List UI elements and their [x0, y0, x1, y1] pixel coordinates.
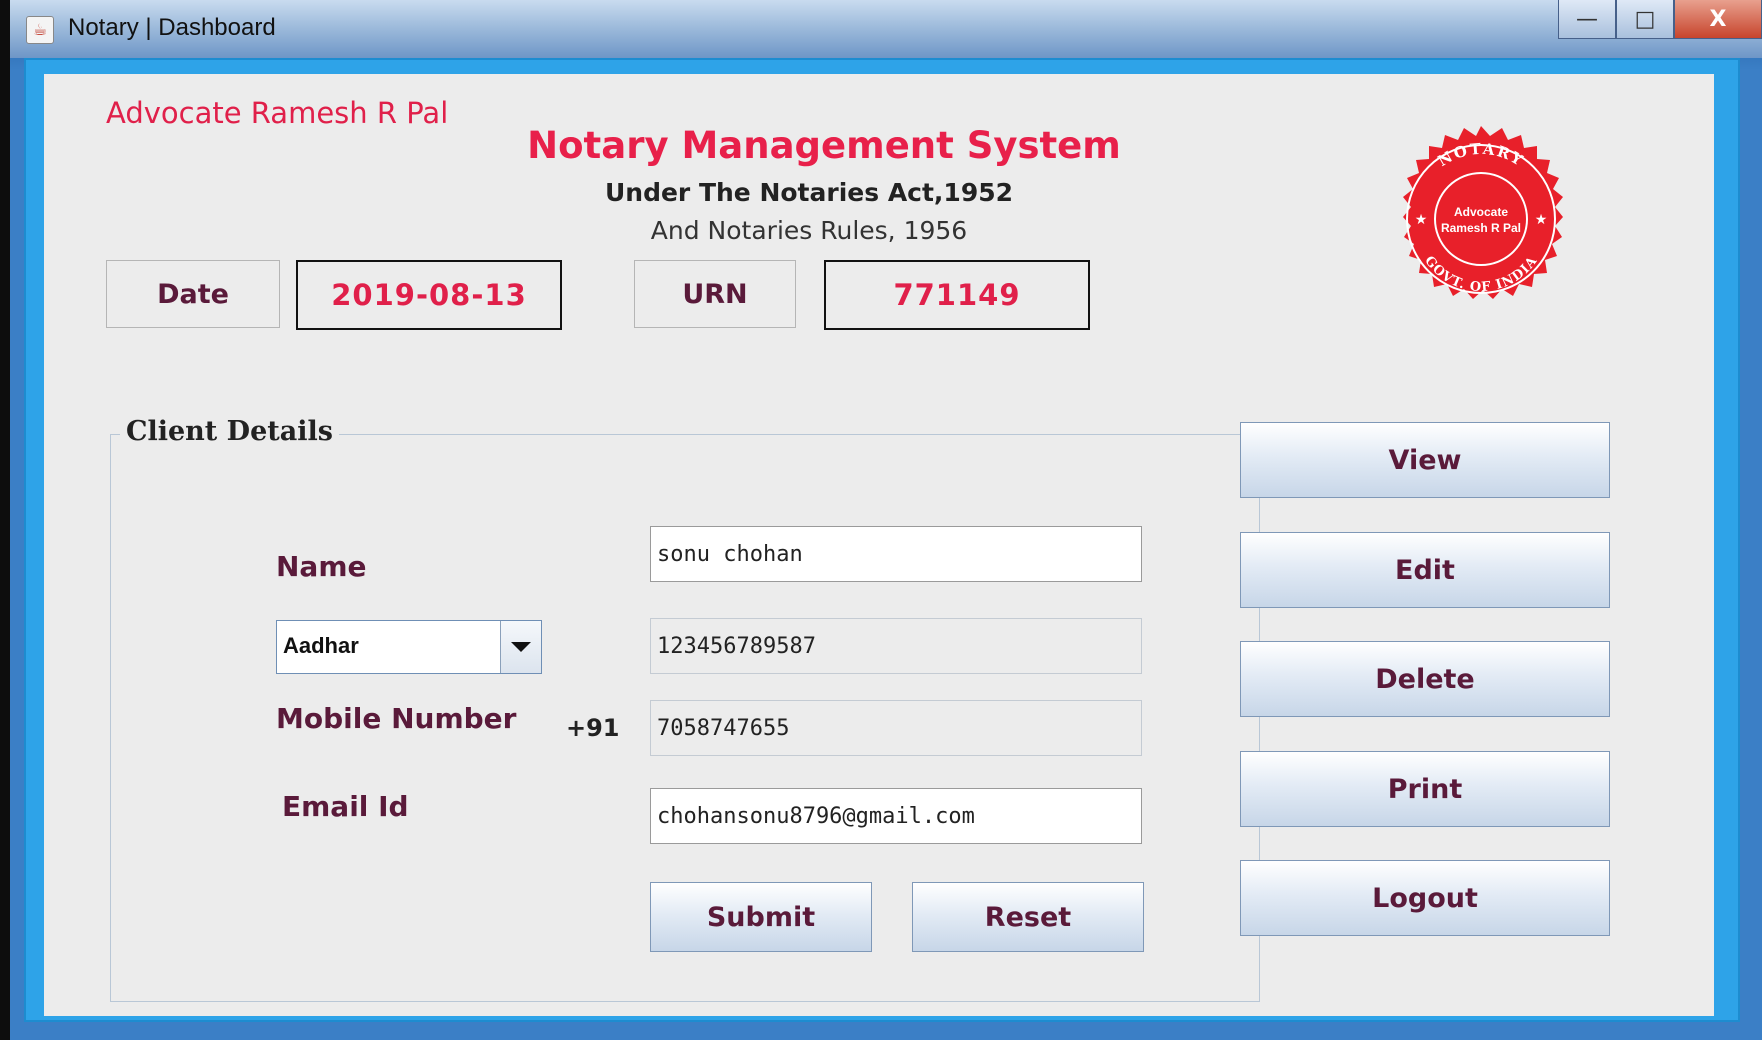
app-title: Notary Management System — [527, 124, 1121, 167]
dashboard-panel: Advocate Ramesh R Pal Notary Management … — [44, 74, 1714, 1016]
logout-button[interactable]: Logout — [1240, 860, 1610, 936]
rules-subtitle: And Notaries Rules, 1956 — [650, 216, 968, 245]
name-input[interactable]: sonu chohan — [650, 526, 1142, 582]
maximize-button[interactable]: □ — [1616, 0, 1674, 39]
urn-label: URN — [634, 260, 796, 328]
submit-button[interactable]: Submit — [650, 882, 872, 952]
date-value: 2019-08-13 — [296, 260, 562, 330]
edit-button[interactable]: Edit — [1240, 532, 1610, 608]
stamp-star-left-icon: ★ — [1415, 212, 1428, 228]
id-type-select[interactable]: Aadhar — [276, 620, 542, 674]
delete-button[interactable]: Delete — [1240, 641, 1610, 717]
title-bar[interactable]: ☕ Notary | Dashboard — □ X — [10, 0, 1762, 58]
stamp-center-line1: Advocate — [1454, 205, 1508, 219]
stamp-star-right-icon: ★ — [1535, 212, 1548, 228]
mobile-prefix: +91 — [566, 714, 620, 742]
client-details-legend: Client Details — [120, 416, 339, 447]
name-label: Name — [276, 550, 367, 583]
print-button[interactable]: Print — [1240, 751, 1610, 827]
urn-value: 771149 — [824, 260, 1090, 330]
chevron-down-icon[interactable] — [500, 621, 541, 673]
window-title: Notary | Dashboard — [68, 14, 276, 41]
mobile-input[interactable]: 7058747655 — [650, 700, 1142, 756]
reset-button[interactable]: Reset — [912, 882, 1144, 952]
email-label: Email Id — [282, 790, 409, 823]
view-button[interactable]: View — [1240, 422, 1610, 498]
act-subtitle: Under The Notaries Act,1952 — [604, 178, 1014, 207]
email-input[interactable]: chohansonu8796@gmail.com — [650, 788, 1142, 844]
id-type-selected: Aadhar — [283, 633, 359, 658]
notary-seal-icon: NOTARY GOVT. OF INDIA Advocate Ramesh R … — [1403, 126, 1563, 299]
close-button[interactable]: X — [1674, 0, 1762, 39]
mobile-label: Mobile Number — [276, 702, 517, 735]
minimize-button[interactable]: — — [1558, 0, 1616, 39]
date-label: Date — [106, 260, 280, 328]
id-number-input[interactable]: 123456789587 — [650, 618, 1142, 674]
window-controls: — □ X — [1558, 0, 1762, 40]
stamp-center-line2: Ramesh R Pal — [1441, 221, 1521, 235]
java-icon: ☕ — [26, 16, 54, 44]
